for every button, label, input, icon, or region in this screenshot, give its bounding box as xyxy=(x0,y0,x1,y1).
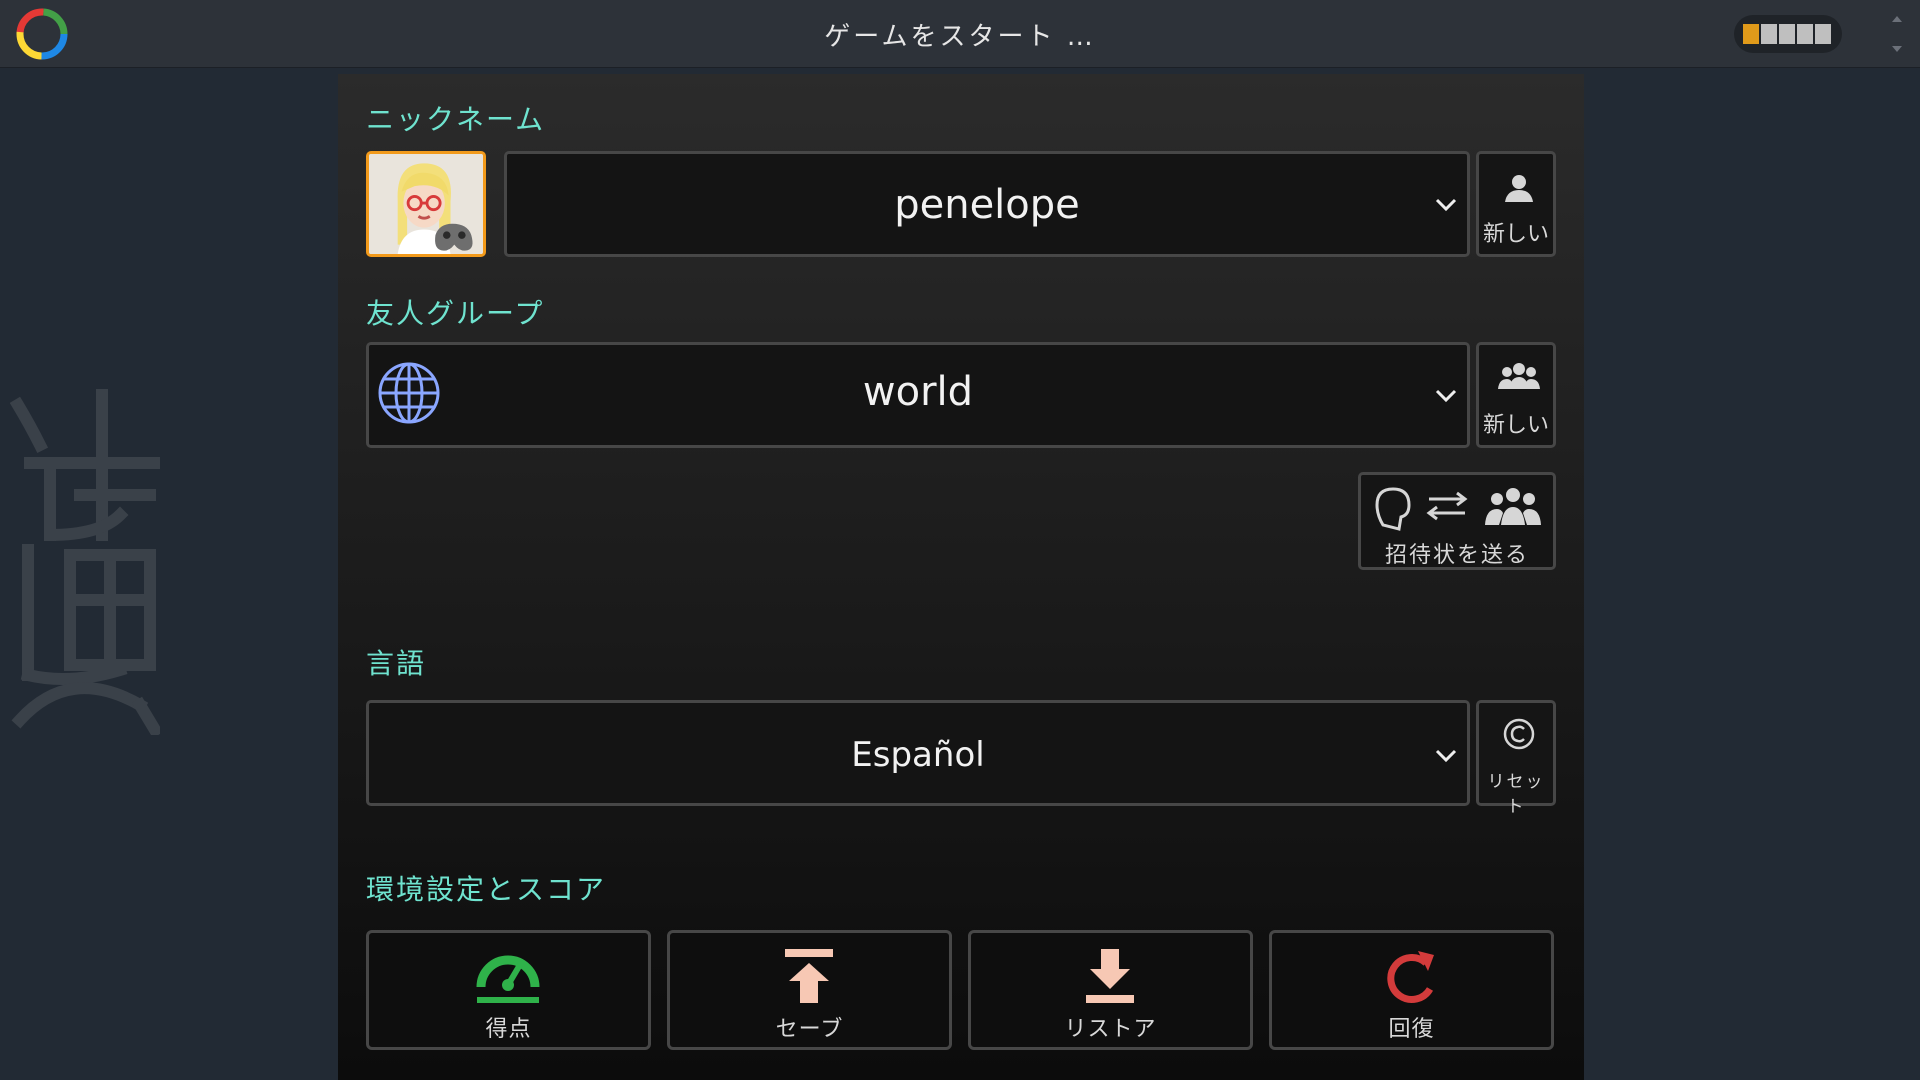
friend-group-select[interactable]: world xyxy=(366,342,1470,448)
refresh-icon xyxy=(1387,951,1434,1003)
restore-button[interactable]: リストア xyxy=(968,930,1253,1050)
nickname-label: ニックネーム xyxy=(366,103,546,136)
progress-segment xyxy=(1743,24,1759,44)
recover-label: 回復 xyxy=(1388,1017,1435,1042)
friend-group-label: 友人グループ xyxy=(366,297,545,330)
language-label: 言語 xyxy=(366,647,427,680)
user-icon xyxy=(1505,175,1533,202)
page-title: ゲームをスタート … xyxy=(824,22,1096,52)
settings-score-label: 環境設定とスコア xyxy=(366,873,607,906)
save-label: セーブ xyxy=(775,1017,844,1042)
friend-group-value: world xyxy=(862,369,974,415)
send-invitation-label: 招待状を送る xyxy=(1384,543,1529,568)
progress-segment xyxy=(1779,24,1795,44)
avatar-button[interactable] xyxy=(366,151,486,257)
chevron-down-icon xyxy=(1435,389,1457,403)
reset-language-button[interactable]: リセット xyxy=(1476,700,1556,817)
progress-segment xyxy=(1797,24,1813,44)
avatar-icon xyxy=(369,154,483,254)
download-icon xyxy=(1086,949,1134,1003)
copyright-icon xyxy=(1503,718,1535,750)
progress-segment xyxy=(1761,24,1777,44)
language-value: Español xyxy=(851,735,985,775)
invite-exchange-icon xyxy=(1375,487,1541,531)
new-group-label: 新しい xyxy=(1482,413,1549,438)
recover-button[interactable]: 回復 xyxy=(1269,930,1554,1050)
group-icon xyxy=(1498,363,1540,389)
save-button[interactable]: セーブ xyxy=(667,930,952,1050)
top-bar: ゲームをスタート … xyxy=(0,0,1920,68)
nickname-select[interactable]: penelope xyxy=(504,151,1470,257)
new-group-button[interactable]: 新しい xyxy=(1476,342,1556,448)
score-label: 得点 xyxy=(485,1017,532,1042)
progress-indicator xyxy=(1734,15,1842,53)
score-button[interactable]: 得点 xyxy=(366,930,651,1050)
upload-icon xyxy=(785,949,833,1003)
nickname-value: penelope xyxy=(894,182,1080,228)
progress-segment xyxy=(1815,24,1831,44)
language-select[interactable]: Español xyxy=(366,700,1470,806)
kanji-watermark-icon xyxy=(10,389,160,735)
settings-panel: ニックネーム penelope 新しい 友人グループ world 新しい 招待状… xyxy=(338,74,1584,1080)
new-nickname-label: 新しい xyxy=(1482,222,1549,247)
speedometer-icon xyxy=(476,955,540,1003)
send-invitation-button[interactable]: 招待状を送る xyxy=(1358,472,1556,570)
new-nickname-button[interactable]: 新しい xyxy=(1476,151,1556,257)
restore-label: リストア xyxy=(1064,1017,1157,1042)
scroll-arrows-icon[interactable] xyxy=(1890,12,1904,56)
chevron-down-icon xyxy=(1435,198,1457,212)
reset-language-label: リセット xyxy=(1487,772,1545,817)
chevron-down-icon xyxy=(1435,749,1457,763)
